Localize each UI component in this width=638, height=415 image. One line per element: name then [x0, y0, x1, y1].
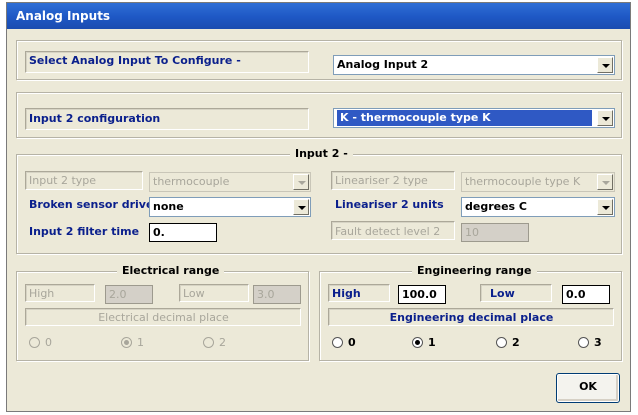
radio-circle-icon — [29, 337, 40, 348]
chevron-down-icon[interactable] — [293, 174, 309, 190]
radio-label: 2 — [219, 336, 226, 349]
configuration-select-value: K - thermocouple type K — [337, 110, 592, 126]
analog-input-select[interactable]: Analog Input 2 — [333, 55, 615, 75]
input-2-group: Input 2 - Input 2 type thermocouple Brok… — [16, 147, 622, 254]
engineering-range-legend: Engineering range — [412, 264, 537, 277]
chevron-down-icon[interactable] — [597, 110, 613, 126]
broken-sensor-label: Broken sensor drive — [29, 198, 154, 211]
select-input-label: Select Analog Input To Configure - — [29, 54, 241, 67]
radio-label: 0 — [45, 336, 52, 349]
electrical-decimal-radio-0[interactable]: 0 — [29, 336, 52, 350]
engineering-decimal-radio-2[interactable]: 2 — [496, 336, 520, 350]
engineering-decimal-label: Engineering decimal place — [389, 311, 554, 324]
fault-detect-label: Fault detect level 2 — [335, 225, 441, 238]
electrical-low-input[interactable]: 3.0 — [253, 285, 301, 304]
filter-time-label: Input 2 filter time — [29, 225, 140, 238]
chevron-down-icon[interactable] — [597, 57, 613, 73]
radio-label: 2 — [512, 336, 520, 349]
select-input-group: Select Analog Input To Configure - Analo… — [16, 40, 622, 80]
analog-inputs-dialog: Analog Inputs Select Analog Input To Con… — [6, 2, 631, 412]
engineering-high-label: High — [332, 287, 361, 300]
ok-button[interactable]: OK — [556, 373, 620, 403]
engineering-decimal-radio-0[interactable]: 0 — [332, 336, 356, 350]
radio-circle-icon — [496, 337, 507, 348]
lineariser-units-select[interactable]: degrees C — [461, 197, 615, 217]
radio-circle-icon — [578, 337, 589, 348]
broken-sensor-value: none — [153, 200, 184, 213]
electrical-low-label: Low — [183, 287, 205, 300]
radio-circle-icon — [121, 337, 132, 348]
engineering-range-group: Engineering range High 100.0 Low 0.0 Eng… — [319, 264, 622, 361]
radio-label: 1 — [428, 336, 436, 349]
analog-input-select-value: Analog Input 2 — [337, 58, 429, 71]
configuration-group: Input 2 configuration K - thermocouple t… — [16, 92, 622, 138]
configuration-select[interactable]: K - thermocouple type K — [333, 108, 615, 128]
fault-detect-input[interactable]: 10 — [461, 223, 529, 242]
window-title: Analog Inputs — [7, 3, 630, 29]
electrical-decimal-label: Electrical decimal place — [98, 311, 229, 324]
radio-circle-icon — [412, 337, 423, 348]
radio-label: 0 — [348, 336, 356, 349]
engineering-low-label: Low — [490, 287, 515, 300]
lineariser-type-value: thermocouple type K — [465, 175, 581, 188]
chevron-down-icon[interactable] — [597, 174, 613, 190]
lineariser-units-value: degrees C — [465, 200, 528, 213]
radio-circle-icon — [203, 337, 214, 348]
engineering-high-input[interactable]: 100.0 — [398, 285, 446, 304]
input-type-select[interactable]: thermocouple — [149, 172, 311, 192]
electrical-range-legend: Electrical range — [117, 264, 225, 277]
input-type-value: thermocouple — [153, 175, 230, 188]
radio-label: 1 — [137, 336, 144, 349]
lineariser-units-label: Lineariser 2 units — [335, 198, 444, 211]
engineering-decimal-radio-3[interactable]: 3 — [578, 336, 602, 350]
electrical-decimal-radio-1[interactable]: 1 — [121, 336, 144, 350]
electrical-decimal-radio-2[interactable]: 2 — [203, 336, 226, 350]
electrical-range-group: Electrical range High 2.0 Low 3.0 Electr… — [16, 264, 309, 361]
chevron-down-icon[interactable] — [597, 199, 613, 215]
lineariser-type-label: Lineariser 2 type — [335, 174, 428, 187]
filter-time-input[interactable]: 0. — [149, 223, 217, 242]
input-2-legend: Input 2 - — [290, 147, 353, 160]
electrical-high-input[interactable]: 2.0 — [105, 285, 153, 304]
engineering-decimal-radio-1[interactable]: 1 — [412, 336, 436, 350]
electrical-high-label: High — [29, 287, 55, 300]
radio-circle-icon — [332, 337, 343, 348]
configuration-label: Input 2 configuration — [29, 112, 161, 125]
radio-label: 3 — [594, 336, 602, 349]
lineariser-type-select[interactable]: thermocouple type K — [461, 172, 615, 192]
chevron-down-icon[interactable] — [293, 199, 309, 215]
input-type-label: Input 2 type — [29, 174, 97, 187]
broken-sensor-select[interactable]: none — [149, 197, 311, 217]
engineering-low-input[interactable]: 0.0 — [562, 285, 610, 304]
